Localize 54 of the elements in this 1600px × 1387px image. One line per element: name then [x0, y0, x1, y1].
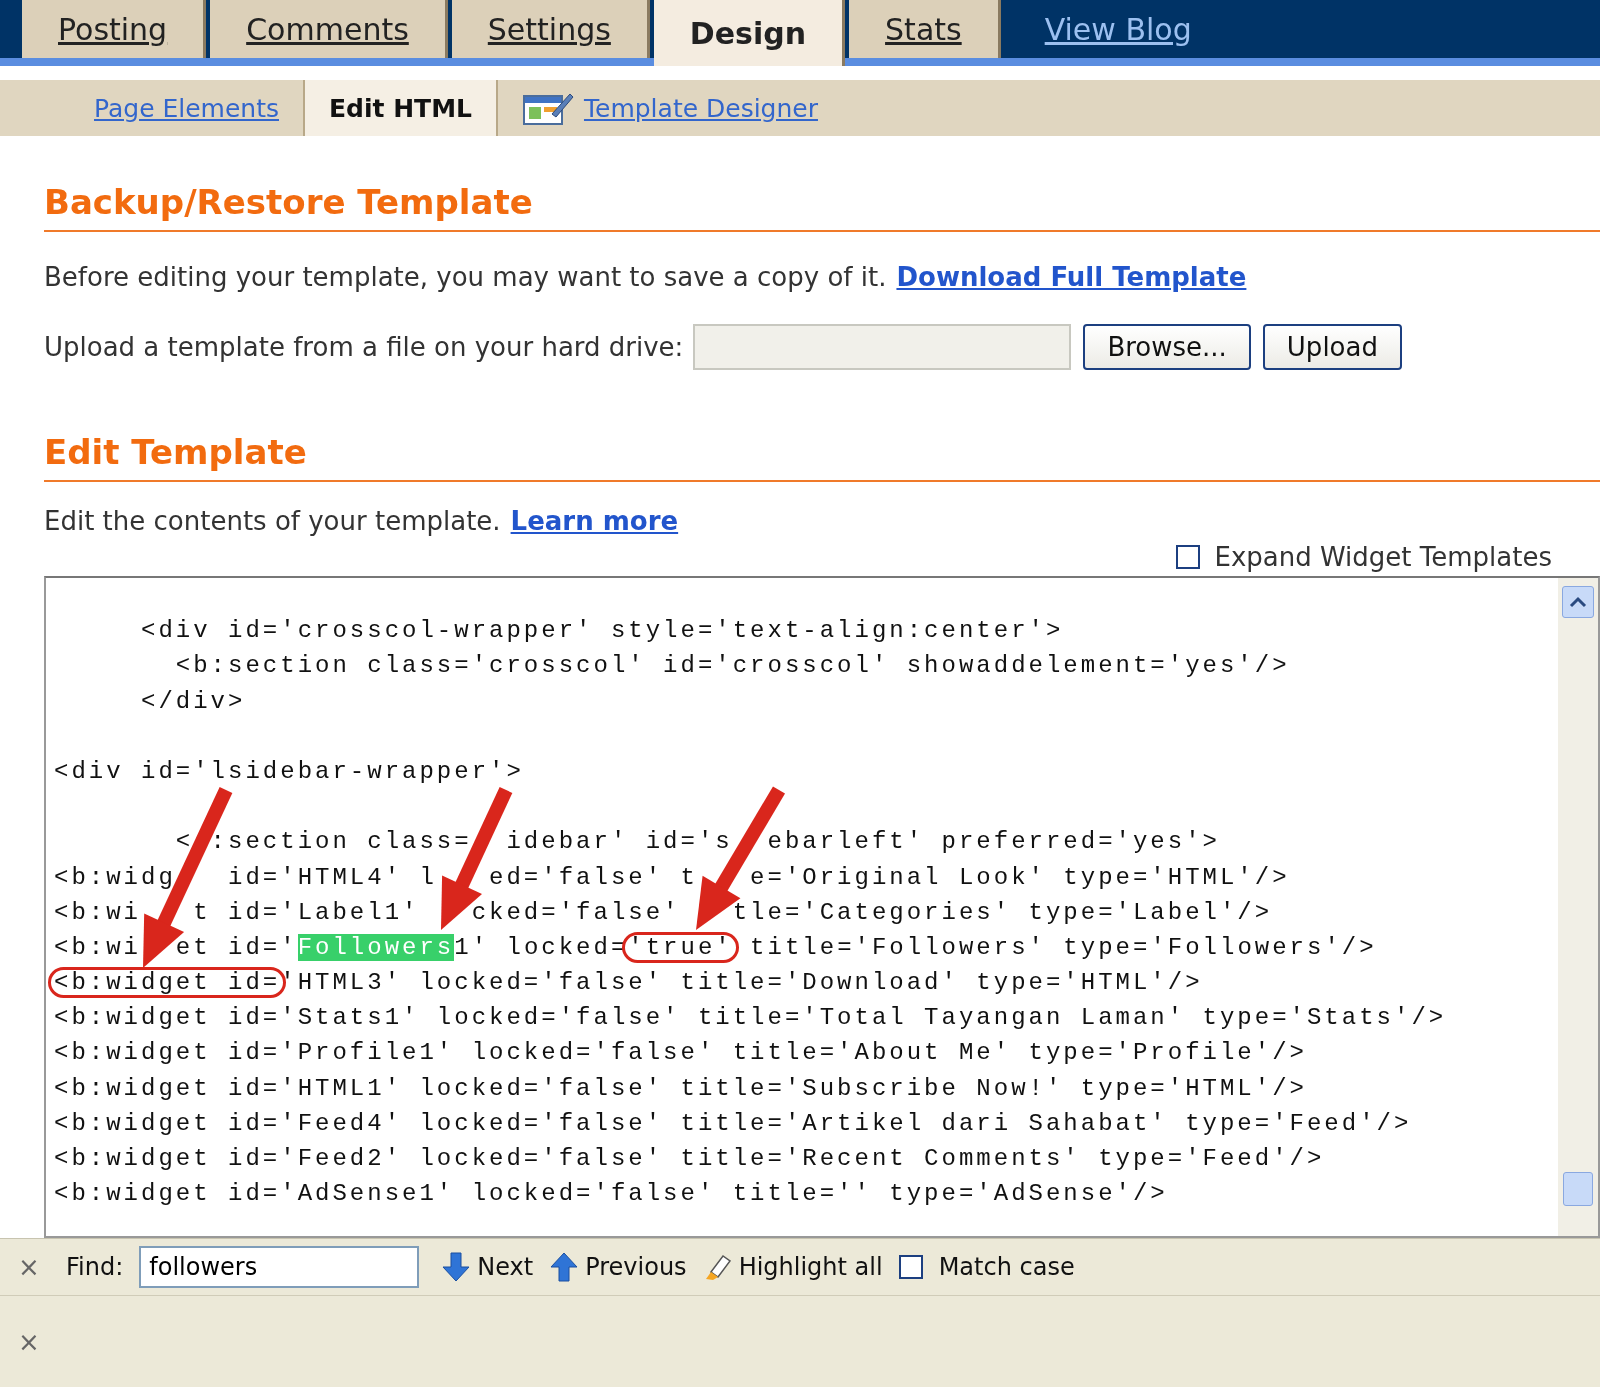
instruction-text: Before editing your template, you may want to save a copy of it.	[44, 262, 887, 292]
nav-tab[interactable]: Comments	[210, 0, 448, 58]
code-text: <b:widget id='Feed2' locked='false' title='Recent Comments' type='Feed'/>	[54, 1145, 1325, 1172]
code-text: <div id='lsidebar-wrapper'>	[54, 757, 524, 785]
search-match: Followers	[297, 933, 455, 961]
code-text: <div id='crosscol-wrapper' style='text-align:center'>	[140, 617, 1064, 645]
nav-tab[interactable]: Posting	[22, 0, 207, 58]
instruction-text: Edit the contents of your template.	[44, 506, 501, 536]
code-editor[interactable]	[44, 576, 1600, 1238]
scrollbar[interactable]	[1558, 578, 1598, 1236]
sub-tab[interactable]: Template Designer	[498, 80, 842, 136]
expand-checkbox[interactable]	[1176, 545, 1201, 569]
code-text: <b:wi et id='	[54, 933, 298, 961]
up-arrow-icon	[549, 1251, 580, 1283]
scroll-thumb[interactable]	[1563, 1172, 1593, 1206]
code-text: <b:section class='crosscol' id='crosscol' showaddelement='yes'/>	[174, 652, 1290, 680]
upload-label: Upload a template from a file on your hard drive:	[44, 332, 684, 362]
nav-tab[interactable]: Design	[653, 0, 846, 66]
checkbox-label: Expand Widget Templates	[1214, 542, 1552, 572]
caret-up-icon	[1568, 595, 1588, 609]
find-field[interactable]: followers	[139, 1246, 420, 1288]
code-text: <b:widget id='Profile1' locked='false' title='About Me' type='Profile'/>	[54, 1039, 1307, 1067]
nav-tab[interactable]: Stats	[849, 0, 1001, 58]
code-text: <b:widget id='Feed4' locked='false' title='Artikel dari Sahabat' type='Feed'/>	[54, 1109, 1412, 1137]
section-heading: Backup/Restore Template	[44, 182, 534, 222]
browse-button[interactable]: Browse...	[1083, 324, 1251, 370]
circled-code-text: 'true'	[622, 932, 739, 964]
scroll-up-button[interactable]	[1562, 586, 1594, 618]
code-text: <b:widg id='HTML4' l ed='false' t e='Original Look' type='HTML'/>	[54, 863, 1290, 891]
download-template-link[interactable]: Download Full Template	[896, 262, 1247, 292]
sub-tab[interactable]: Edit HTML	[305, 80, 498, 136]
code-text: < :section class= idebar' id='s ebarleft' preferred='yes'>	[174, 828, 1220, 856]
circled-code-text: <b:widget id=	[48, 967, 287, 999]
close-icon[interactable]: ×	[18, 1252, 42, 1282]
file-path-field[interactable]	[693, 324, 1072, 370]
close-icon[interactable]: ×	[18, 1326, 42, 1357]
upload-button[interactable]: Upload	[1262, 324, 1402, 370]
code-text: </div>	[140, 687, 246, 715]
next-button[interactable]: Next	[441, 1251, 534, 1283]
match-case-checkbox[interactable]	[898, 1255, 923, 1279]
code-text: <b:wi t id='Label1' cked='false' tle='Categories' type='Label'/>	[54, 898, 1273, 926]
code-text: <b:widget id='Stats1' locked='false' title='Total Tayangan Laman' type='Stats'/>	[54, 1004, 1447, 1032]
section-heading: Edit Template	[44, 432, 308, 472]
view-blog-link[interactable]: View Blog	[1004, 0, 1232, 58]
learn-more-link[interactable]: Learn more	[510, 506, 679, 536]
nav-tab[interactable]: Settings	[451, 0, 650, 58]
code-text: <b:widget id='HTML1' locked='false' title='Subscribe Now!' type='HTML'/>	[54, 1074, 1307, 1102]
code-text: <b:widget id='AdSense1' locked='false' title='' type='AdSense'/>	[54, 1180, 1168, 1208]
code-text: title='Followers' type='Followers'/>	[749, 933, 1377, 961]
find-label: Find:	[66, 1253, 124, 1281]
previous-button[interactable]: Previous	[549, 1251, 687, 1283]
highlight-all-button[interactable]: Highlight all	[702, 1252, 883, 1282]
checkbox-label: Match case	[938, 1253, 1075, 1281]
down-arrow-icon	[441, 1251, 472, 1283]
